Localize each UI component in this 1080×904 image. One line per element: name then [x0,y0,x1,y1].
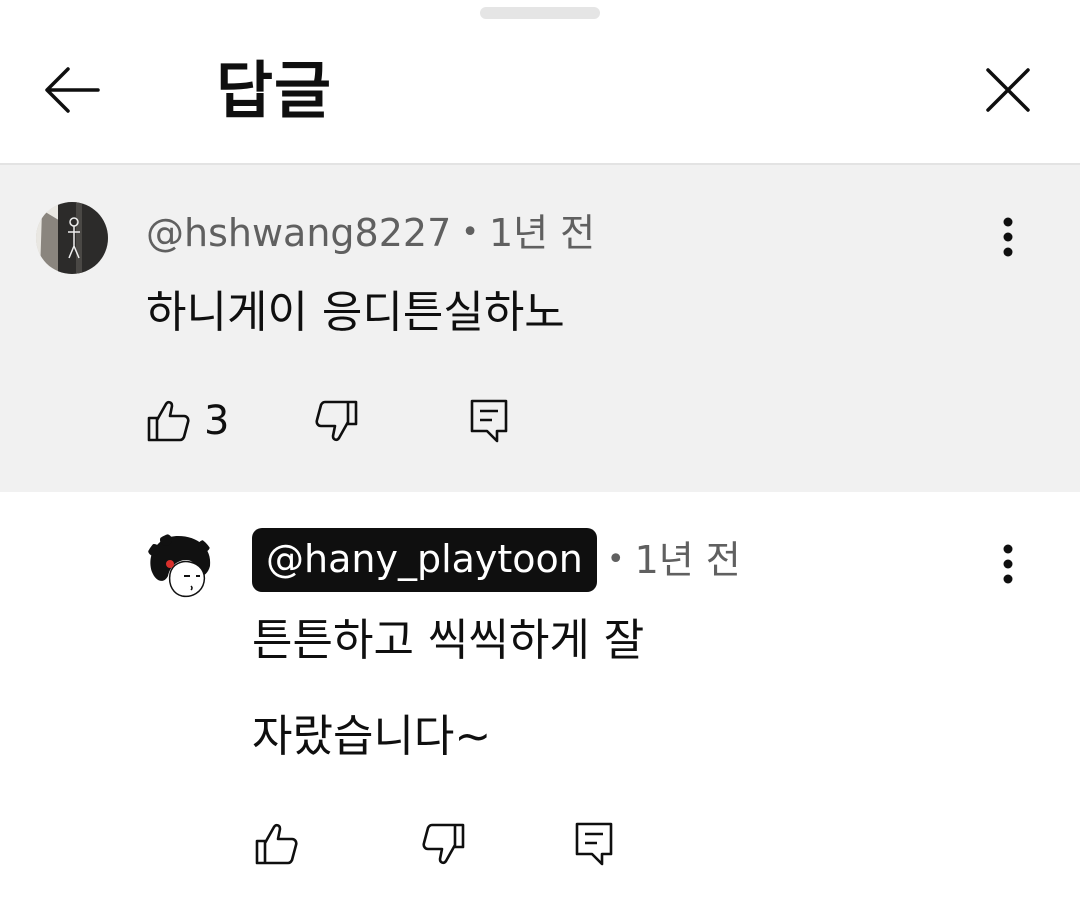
avatar[interactable] [144,532,216,604]
more-options-button[interactable] [988,207,1028,267]
like-button[interactable] [254,820,298,868]
parent-comment: @hshwang8227 • 1년 전 하니게이 응디튼실하노 3 [0,165,1080,492]
thumbs-up-icon [147,400,190,442]
replies-sheet: 답글 @hshwang8227 • 1년 전 하니게이 응디튼실하노 3 @ha… [0,0,1080,904]
avatar-image [144,532,216,604]
more-options-button[interactable] [988,534,1028,594]
thumbs-down-icon [422,823,465,865]
meta-separator: • [461,215,479,250]
page-title: 답글 [216,54,333,127]
comment-actions [254,820,614,868]
thumbs-up-icon [255,823,298,865]
comment-text: 하니게이 응디튼실하노 [146,287,565,338]
meta-separator: • [606,542,625,577]
comment-meta: @hshwang8227 • 1년 전 [146,209,595,257]
comment-meta: @hany_playtoon • 1년 전 [252,528,741,592]
dislike-button[interactable] [422,820,466,868]
comment-text-line-1: 튼튼하고 씩씩하게 잘 [252,615,645,666]
comment-text-line-2: 자랐습니다~ [252,711,492,762]
thumbs-down-icon [315,400,358,442]
arrow-left-icon [45,67,100,113]
comment-reply-icon [575,822,613,866]
like-button[interactable]: 3 [146,397,229,445]
reply-button[interactable] [469,397,509,445]
more-vert-icon [1003,544,1013,584]
more-vert-icon [1003,217,1013,257]
comment-actions: 3 [146,397,509,445]
back-button[interactable] [36,58,108,122]
like-count: 3 [204,398,230,444]
comment-time: 1년 전 [488,211,596,255]
avatar[interactable] [36,202,108,274]
drag-handle[interactable] [480,7,600,19]
comment-reply-icon [471,399,508,443]
creator-author-badge[interactable]: @hany_playtoon [252,528,597,592]
replies-header: 답글 [0,20,1080,165]
close-button[interactable] [972,58,1044,122]
avatar-image [36,202,108,274]
reply-button[interactable] [574,820,614,868]
dislike-button[interactable] [315,397,359,445]
close-icon [986,68,1030,112]
comment-author[interactable]: @hshwang8227 [146,209,451,257]
comment-time: 1년 전 [634,538,741,582]
